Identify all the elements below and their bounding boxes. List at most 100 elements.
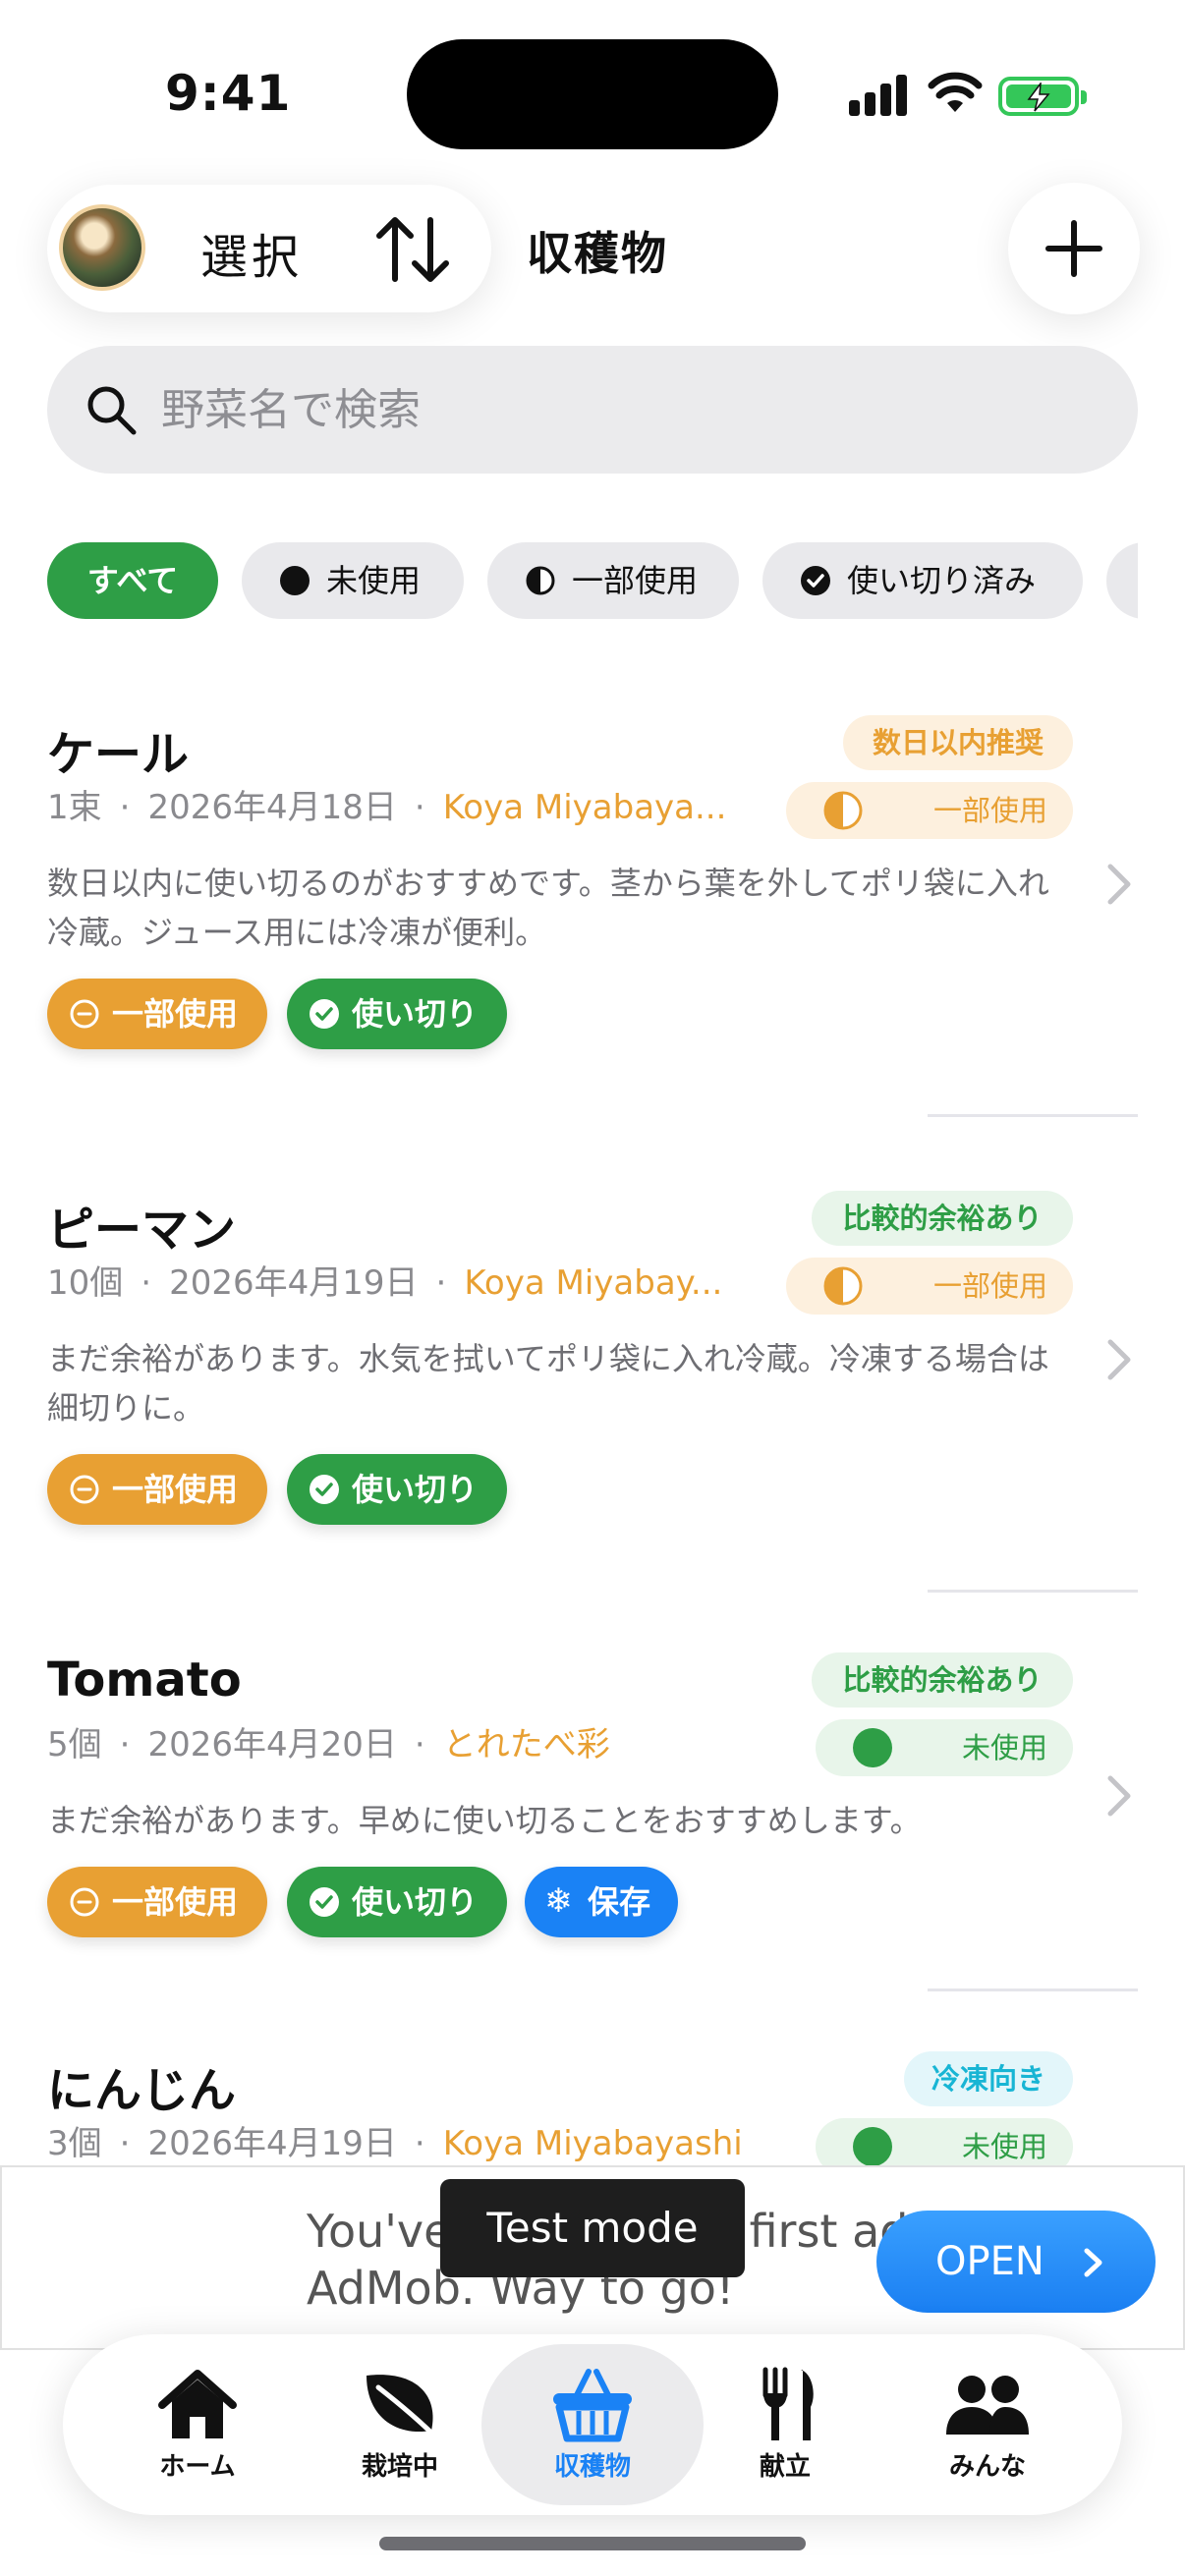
select-button[interactable]: 選択 xyxy=(200,218,303,287)
item-grower: とれたべ彩 xyxy=(442,1725,610,1764)
tab-label: ホーム xyxy=(159,2452,236,2482)
add-button[interactable] xyxy=(1008,183,1140,314)
item-grower: Koya Miyabaya... xyxy=(442,788,727,827)
item-quantity: 3個 xyxy=(47,2124,102,2163)
used-up-button[interactable]: 使い切り xyxy=(287,979,507,1049)
item-name: ケール xyxy=(47,727,190,782)
plus-icon xyxy=(1045,220,1102,277)
test-mode-label: Test mode xyxy=(440,2179,745,2277)
partial-use-button[interactable]: 一部使用 xyxy=(47,1867,267,1937)
item-actions: 一部使用 使い切り xyxy=(47,1454,637,1525)
check-circle-icon xyxy=(310,1475,339,1504)
harvest-item-card[interactable]: Tomato 5個 · 2026年4月20日 · とれたべ彩 比較的余裕あり 未使用 ま… xyxy=(0,1652,1185,1947)
harvest-item-card[interactable]: ケール 1束 · 2026年4月18日 · Koya Miyabaya... 数日以内推… xyxy=(0,715,1185,1049)
user-avatar[interactable] xyxy=(59,204,145,291)
status-label: 未使用 xyxy=(961,2130,1047,2163)
filled-circle-icon xyxy=(280,566,310,595)
item-description: まだ余裕があります。早めに使い切ることをおすすめします。 xyxy=(47,1802,922,1839)
item-date: 2026年4月18日 xyxy=(147,788,397,827)
chevron-right-icon xyxy=(1107,1775,1131,1817)
filter-chip-label: 未使用 xyxy=(326,562,422,599)
item-name: にんじん xyxy=(47,2063,237,2118)
ad-open-label: OPEN xyxy=(935,2239,1044,2284)
minus-circle-icon xyxy=(70,1475,99,1504)
filled-circle-icon xyxy=(853,2127,892,2165)
harvest-item-card[interactable]: にんじん 3個 · 2026年4月19日 · Koya Miyabayashi 冷凍向き… xyxy=(0,2051,1185,2165)
check-circle-icon xyxy=(310,1887,339,1917)
item-name: Tomato xyxy=(47,1652,242,1708)
chevron-right-icon xyxy=(1107,1339,1131,1380)
button-label: 保存 xyxy=(588,1883,651,1921)
chevron-right-icon xyxy=(1084,2248,1102,2277)
tab-label: 栽培中 xyxy=(361,2452,438,2482)
item-actions: 一部使用 使い切り xyxy=(47,979,637,1049)
half-circle-icon xyxy=(823,1266,863,1306)
status-badge: 一部使用 xyxy=(786,1258,1073,1315)
advice-badge: 数日以内推奨 xyxy=(843,715,1073,770)
status-bar: 9:41 xyxy=(0,0,1185,187)
snowflake-icon: ❄ xyxy=(544,1881,573,1921)
item-quantity: 10個 xyxy=(47,1263,124,1303)
tab-label: 献立 xyxy=(759,2452,811,2482)
item-description: 数日以内に使い切るのがおすすめです。茎から葉を外してポリ袋に入れ冷蔵。ジュース用… xyxy=(47,865,1049,951)
half-circle-icon xyxy=(526,566,555,595)
item-quantity: 5個 xyxy=(47,1725,102,1764)
tab-bar: ホーム 栽培中 収穫物 献立 みんな xyxy=(63,2334,1122,2515)
button-label: 使い切り xyxy=(352,1471,479,1508)
tab-community[interactable]: みんな xyxy=(876,2344,1099,2505)
tab-harvest[interactable]: 収穫物 xyxy=(481,2344,704,2505)
search-bar[interactable] xyxy=(47,346,1138,474)
harvest-item-card[interactable]: ピーマン 10個 · 2026年4月19日 · Koya Miyabay... 比較的余… xyxy=(0,1191,1185,1525)
tab-home[interactable]: ホーム xyxy=(86,2344,309,2505)
tab-growing[interactable]: 栽培中 xyxy=(289,2344,511,2505)
button-label: 使い切り xyxy=(352,995,479,1033)
half-circle-icon xyxy=(823,791,863,830)
house-icon xyxy=(158,2370,237,2438)
wifi-icon xyxy=(928,72,983,112)
filter-chip-unused[interactable]: 未使用 xyxy=(242,542,464,619)
item-divider xyxy=(928,1988,1138,1991)
status-badge: 未使用 xyxy=(816,2118,1073,2165)
minus-circle-icon xyxy=(70,1887,99,1917)
sort-arrows-icon[interactable] xyxy=(371,208,454,291)
item-description: まだ余裕があります。水気を拭いてポリ袋に入れ冷蔵。冷凍する場合は細切りに。 xyxy=(47,1340,1049,1427)
filter-chip-used-up[interactable]: 使い切り済み xyxy=(762,542,1083,619)
partial-use-button[interactable]: 一部使用 xyxy=(47,979,267,1049)
partial-use-button[interactable]: 一部使用 xyxy=(47,1454,267,1525)
used-up-button[interactable]: 使い切り xyxy=(287,1867,507,1937)
item-meta: 5個 · 2026年4月20日 · とれたべ彩 xyxy=(47,1725,610,1764)
fork-knife-icon xyxy=(762,2367,814,2440)
check-circle-icon xyxy=(310,999,339,1029)
item-divider xyxy=(928,1590,1138,1593)
tab-label: 収穫物 xyxy=(553,2452,631,2482)
used-up-button[interactable]: 使い切り xyxy=(287,1454,507,1525)
people-icon xyxy=(946,2376,1029,2435)
search-icon xyxy=(87,386,137,435)
filter-chip-more[interactable] xyxy=(1106,542,1138,619)
store-button[interactable]: ❄ 保存 xyxy=(525,1867,678,1937)
status-label: 一部使用 xyxy=(932,1269,1047,1303)
item-meta: 10個 · 2026年4月19日 · Koya Miyabay... xyxy=(47,1263,723,1303)
filter-chip-all[interactable]: すべて xyxy=(47,542,218,619)
item-meta: 3個 · 2026年4月19日 · Koya Miyabayashi xyxy=(47,2124,743,2163)
tab-label: みんな xyxy=(948,2452,1026,2482)
button-label: 一部使用 xyxy=(112,995,239,1033)
item-quantity: 1束 xyxy=(47,788,102,827)
tab-menu[interactable]: 献立 xyxy=(674,2344,896,2505)
button-label: 使い切り xyxy=(352,1883,479,1921)
advice-badge: 冷凍向き xyxy=(904,2051,1073,2106)
ad-open-button[interactable]: OPEN xyxy=(876,2211,1156,2313)
advice-badge: 比較的余裕あり xyxy=(812,1652,1073,1708)
filter-chips: すべて 未使用 一部使用 使い切り済み xyxy=(47,542,1138,621)
dynamic-island xyxy=(407,39,778,149)
item-actions: 一部使用 使い切り ❄ 保存 xyxy=(47,1867,735,1937)
basket-icon xyxy=(553,2369,632,2442)
leaf-icon xyxy=(367,2375,440,2441)
status-label: 一部使用 xyxy=(932,794,1047,827)
filter-chip-partial[interactable]: 一部使用 xyxy=(487,542,739,619)
home-indicator xyxy=(379,2537,806,2550)
battery-charging-icon xyxy=(998,77,1087,116)
cellular-signal-icon xyxy=(849,73,908,116)
advice-badge: 比較的余裕あり xyxy=(812,1191,1073,1246)
search-input[interactable] xyxy=(161,373,1045,446)
